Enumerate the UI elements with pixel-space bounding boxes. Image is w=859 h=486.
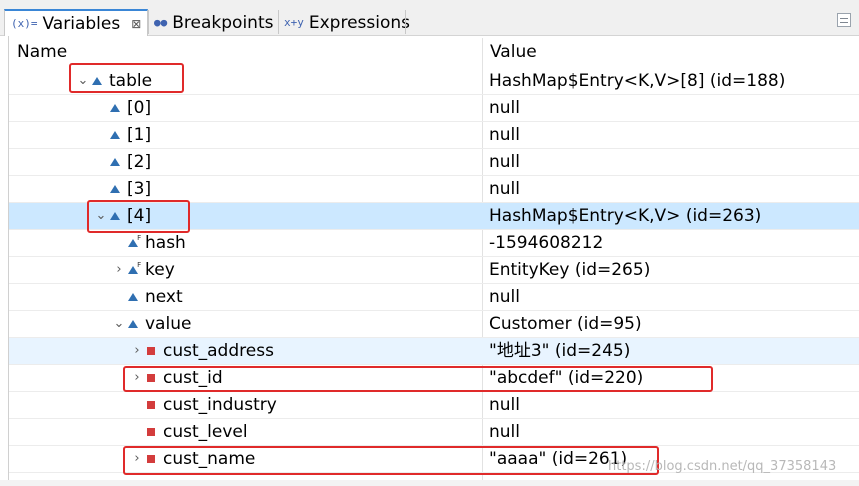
variable-value: -1594608212 <box>489 233 604 253</box>
field-triangle-icon <box>110 212 120 220</box>
tab-expressions[interactable]: x+y Expressions <box>278 9 416 36</box>
tree-row[interactable]: [0] null <box>9 95 859 122</box>
variable-value: null <box>489 125 520 145</box>
expand-chevron-icon[interactable]: › <box>131 338 143 364</box>
tree-row[interactable]: cust_industry null <box>9 392 859 419</box>
final-marker-icon: F <box>137 261 142 269</box>
tree-row[interactable]: Fhash -1594608212 <box>9 230 859 257</box>
tree-row[interactable]: ⌄ [4] HashMap$Entry<K,V> (id=263) <box>9 203 859 230</box>
tree-row[interactable]: [2] null <box>9 149 859 176</box>
field-triangle-icon <box>128 320 138 328</box>
tree-row[interactable]: cust_level null <box>9 419 859 446</box>
expand-chevron-icon[interactable] <box>113 284 125 310</box>
variable-value: "abcdef" (id=220) <box>489 368 644 388</box>
variable-value: "aaaa" (id=261) <box>489 449 628 469</box>
variable-name: [0] <box>127 98 152 118</box>
private-field-icon <box>147 374 155 382</box>
variable-name: value <box>145 314 192 334</box>
variable-name: cust_level <box>163 422 248 442</box>
private-field-icon <box>147 347 155 355</box>
private-field-icon <box>147 401 155 409</box>
variable-name: cust_industry <box>163 395 277 415</box>
field-triangle-icon <box>110 158 120 166</box>
tree-row[interactable]: › Fkey EntityKey (id=265) <box>9 257 859 284</box>
expand-chevron-icon[interactable] <box>95 149 107 175</box>
variable-name: table <box>109 71 153 91</box>
expressions-icon: x+y <box>284 16 304 29</box>
field-triangle-icon <box>128 293 138 301</box>
expand-chevron-icon[interactable] <box>131 419 143 445</box>
expand-chevron-icon[interactable]: › <box>131 365 143 391</box>
field-triangle-icon <box>110 104 120 112</box>
tab-expressions-label: Expressions <box>308 12 411 33</box>
variable-name: [3] <box>127 179 152 199</box>
tab-variables-label: Variables <box>42 13 121 34</box>
variable-value: HashMap$Entry<K,V>[8] (id=188) <box>489 71 786 91</box>
tree-row[interactable]: [3] null <box>9 176 859 203</box>
collapse-chevron-icon[interactable]: ⌄ <box>113 311 125 337</box>
tab-separator <box>405 10 406 34</box>
tree-row[interactable]: ⌄ value Customer (id=95) <box>9 311 859 338</box>
final-marker-icon: F <box>137 234 142 242</box>
variable-value: EntityKey (id=265) <box>489 260 651 280</box>
variable-value: Customer (id=95) <box>489 314 642 334</box>
watermark: https://blog.csdn.net/qq_37358143 <box>608 459 837 474</box>
collapse-chevron-icon[interactable]: ⌄ <box>95 203 107 229</box>
variable-value: null <box>489 179 520 199</box>
tree-row[interactable]: › cust_id "abcdef" (id=220) <box>9 365 859 392</box>
variable-name: key <box>145 260 175 280</box>
field-triangle-icon <box>92 77 102 85</box>
variable-name: cust_name <box>163 449 256 469</box>
column-header-name[interactable]: Name <box>17 40 67 65</box>
horizontal-scrollbar[interactable] <box>0 480 859 486</box>
expand-chevron-icon[interactable] <box>95 176 107 202</box>
tab-breakpoints-label: Breakpoints <box>172 12 274 33</box>
expand-chevron-icon[interactable] <box>113 230 125 256</box>
variable-value: null <box>489 152 520 172</box>
variable-name: hash <box>145 233 186 253</box>
column-header-value[interactable]: Value <box>490 40 537 65</box>
close-icon[interactable]: ⊠ <box>131 17 141 31</box>
breakpoints-icon: ●● <box>154 16 168 29</box>
variable-value: null <box>489 287 520 307</box>
variable-name: next <box>145 287 183 307</box>
expand-chevron-icon[interactable]: › <box>113 257 125 283</box>
tree-row[interactable]: [1] null <box>9 122 859 149</box>
variable-value: "地址3" (id=245) <box>489 341 631 361</box>
tree-row[interactable]: next null <box>9 284 859 311</box>
view-tab-bar: (x)= Variables ⊠ ●● Breakpoints x+y Expr… <box>0 0 859 36</box>
tab-variables[interactable]: (x)= Variables ⊠ <box>4 9 149 36</box>
private-field-icon <box>147 428 155 436</box>
variable-value: null <box>489 98 520 118</box>
variable-value: null <box>489 395 520 415</box>
variables-icon: (x)= <box>11 17 38 30</box>
variable-name: [1] <box>127 125 152 145</box>
tab-breakpoints[interactable]: ●● Breakpoints <box>148 9 279 36</box>
expand-chevron-icon[interactable] <box>131 392 143 418</box>
private-field-icon <box>147 455 155 463</box>
expand-chevron-icon[interactable]: › <box>131 446 143 472</box>
view-menu-icon[interactable] <box>837 13 851 27</box>
field-triangle-icon <box>110 131 120 139</box>
variable-name: [4] <box>127 206 152 226</box>
variable-value: null <box>489 422 520 442</box>
expand-chevron-icon[interactable] <box>95 122 107 148</box>
collapse-chevron-icon[interactable]: ⌄ <box>77 68 89 94</box>
variable-name: cust_address <box>163 341 274 361</box>
expand-chevron-icon[interactable] <box>95 95 107 121</box>
tree-row[interactable]: › cust_address "地址3" (id=245) <box>9 338 859 365</box>
field-triangle-icon <box>110 185 120 193</box>
variable-name: [2] <box>127 152 152 172</box>
variable-value: HashMap$Entry<K,V> (id=263) <box>489 206 762 226</box>
variable-name: cust_id <box>163 368 223 388</box>
tree-row[interactable]: ⌄ table HashMap$Entry<K,V>[8] (id=188) <box>9 68 859 95</box>
